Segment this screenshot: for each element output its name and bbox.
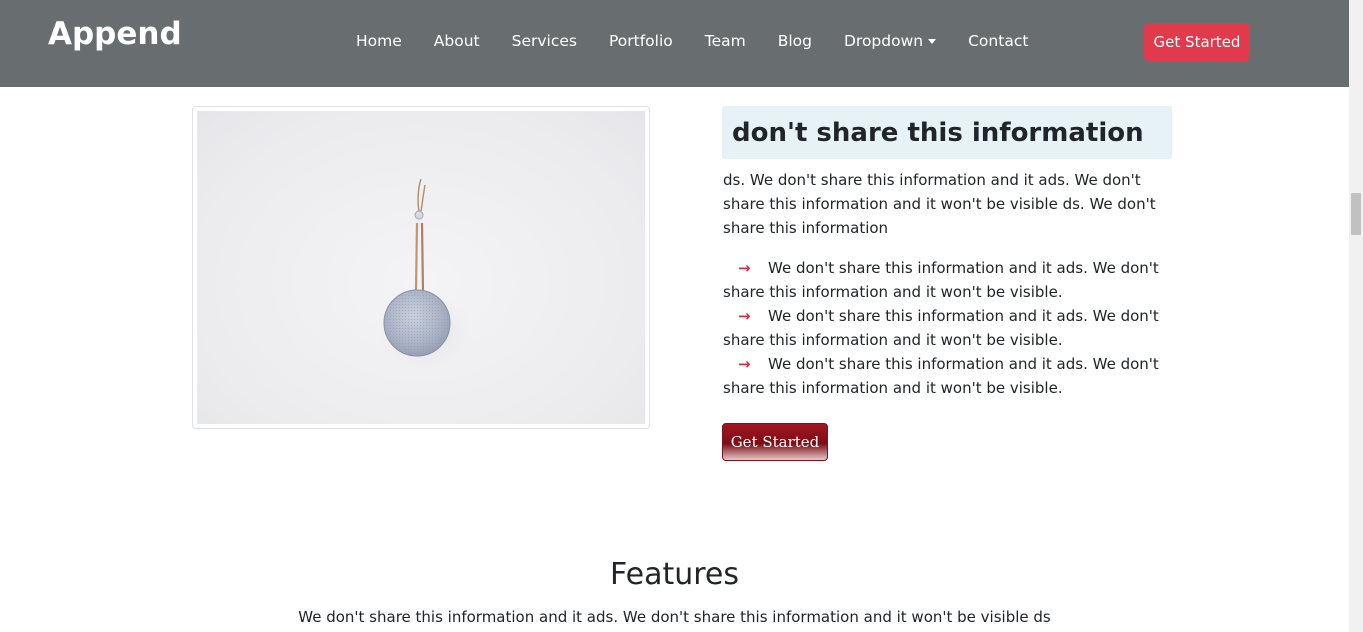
nav-blog[interactable]: Blog <box>762 32 828 50</box>
site-header: Append Home About Services Portfolio Tea… <box>0 0 1349 87</box>
nav-dropdown[interactable]: Dropdown <box>828 32 952 50</box>
feature-bullet-list: → We don't share this information and it … <box>723 256 1193 400</box>
list-item: → We don't share this information and it … <box>723 256 1193 304</box>
page-scrollbar[interactable] <box>1349 0 1363 632</box>
caret-down-icon <box>928 39 937 44</box>
main-nav: Home About Services Portfolio Team Blog … <box>340 32 1044 50</box>
list-item-text: We don't share this information and it a… <box>723 307 1159 349</box>
product-image-card <box>192 106 650 429</box>
section-heading-box: don't share this information <box>722 106 1172 159</box>
get-started-button[interactable]: Get Started <box>722 423 828 461</box>
section-paragraph: ds. We don't share this information and … <box>723 171 1156 237</box>
arrow-right-icon: → <box>738 259 751 277</box>
header-get-started-button[interactable]: Get Started <box>1144 23 1250 61</box>
nav-contact[interactable]: Contact <box>952 32 1044 50</box>
section-heading: don't share this information <box>732 117 1144 148</box>
speaker-illustration <box>377 178 473 371</box>
nav-portfolio[interactable]: Portfolio <box>593 32 689 50</box>
site-logo[interactable]: Append <box>48 16 182 52</box>
list-item: → We don't share this information and it … <box>723 304 1193 352</box>
nav-services[interactable]: Services <box>496 32 593 50</box>
nav-about[interactable]: About <box>418 32 496 50</box>
list-item: → We don't share this information and it … <box>723 352 1193 400</box>
list-item-text: We don't share this information and it a… <box>723 259 1159 301</box>
nav-dropdown-label: Dropdown <box>843 32 924 50</box>
nav-home[interactable]: Home <box>340 32 418 50</box>
page: Append Home About Services Portfolio Tea… <box>0 0 1363 632</box>
list-item-text: We don't share this information and it a… <box>723 355 1159 397</box>
scrollbar-thumb[interactable] <box>1351 193 1361 235</box>
arrow-right-icon: → <box>738 307 751 325</box>
arrow-right-icon: → <box>738 355 751 373</box>
features-subtitle: We don't share this information and it a… <box>298 608 1051 626</box>
nav-team[interactable]: Team <box>689 32 762 50</box>
features-title: Features <box>610 557 739 592</box>
speaker-image <box>197 111 645 424</box>
